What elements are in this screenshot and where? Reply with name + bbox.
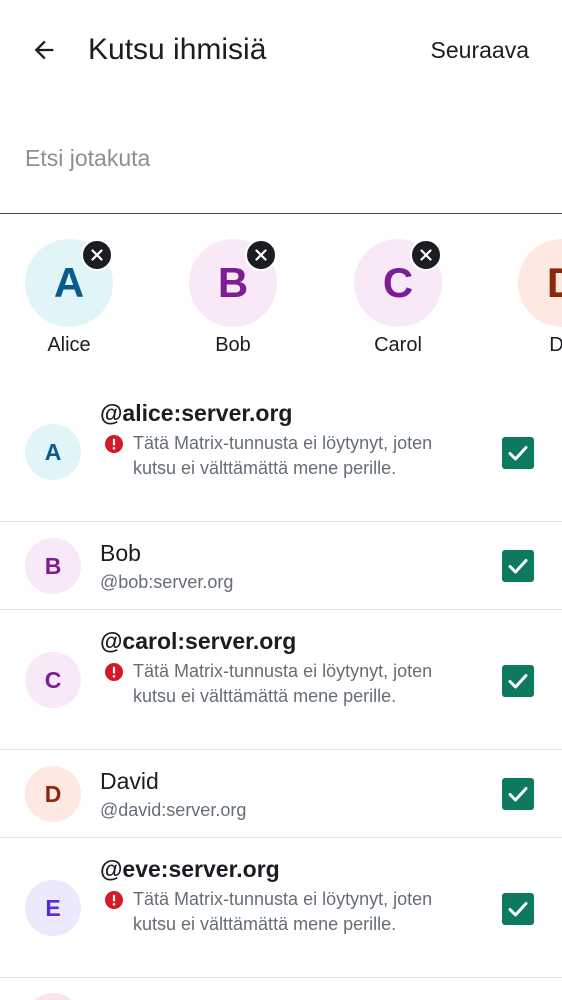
close-icon xyxy=(255,249,267,261)
avatar: A xyxy=(25,424,81,480)
chip-name: Bob xyxy=(215,334,251,356)
remove-button[interactable] xyxy=(410,239,442,271)
user-id: @carol:server.org xyxy=(100,628,297,654)
warning-message: Tätä Matrix-tunnusta ei löytynyt, joten … xyxy=(100,431,440,481)
checkmark-icon xyxy=(508,674,528,689)
select-checkbox[interactable] xyxy=(502,550,534,582)
checkmark-icon xyxy=(508,787,528,802)
warning-text: Tätä Matrix-tunnusta ei löytynyt, joten … xyxy=(133,433,433,478)
search-field[interactable]: Etsi jotakuta xyxy=(0,120,562,214)
chip-name: Da xyxy=(549,334,562,356)
display-name: David xyxy=(100,768,159,794)
user-id: @alice:server.org xyxy=(100,400,293,426)
list-item-text: David @david:server.org xyxy=(100,765,440,823)
list-item[interactable]: B Bob @bob:server.org xyxy=(0,522,562,610)
user-list: A @alice:server.org Tätä Matrix-tunnusta… xyxy=(0,382,562,978)
user-id: @eve:server.org xyxy=(100,856,280,882)
list-item-text: @carol:server.org Tätä Matrix-tunnusta e… xyxy=(100,625,440,709)
search-input[interactable]: Etsi jotakuta xyxy=(25,142,150,174)
checkmark-icon xyxy=(508,559,528,574)
avatar: D xyxy=(25,766,81,822)
checkmark-icon xyxy=(508,446,528,461)
select-checkbox[interactable] xyxy=(502,665,534,697)
user-id: @bob:server.org xyxy=(100,572,234,592)
user-id: @david:server.org xyxy=(100,800,247,820)
avatar: E xyxy=(25,880,81,936)
remove-button[interactable] xyxy=(245,239,277,271)
list-item-text: Bob @bob:server.org xyxy=(100,537,440,595)
list-item-text: @alice:server.org Tätä Matrix-tunnusta e… xyxy=(100,397,440,481)
checkmark-icon xyxy=(508,902,528,917)
avatar: B xyxy=(25,538,81,594)
list-item-text: @eve:server.org Tätä Matrix-tunnusta ei … xyxy=(100,853,440,937)
warning-message: Tätä Matrix-tunnusta ei löytynyt, joten … xyxy=(100,887,440,937)
chip-name: Carol xyxy=(374,334,422,356)
back-button[interactable] xyxy=(22,28,66,72)
select-checkbox[interactable] xyxy=(502,893,534,925)
warning-text: Tätä Matrix-tunnusta ei löytynyt, joten … xyxy=(133,661,433,706)
chip-name: Alice xyxy=(47,334,91,356)
error-icon xyxy=(105,663,123,681)
error-icon xyxy=(105,891,123,909)
list-item[interactable]: D David @david:server.org xyxy=(0,750,562,838)
selected-users-row[interactable]: A Alice B Bob C Carol D Da xyxy=(0,214,562,382)
close-icon xyxy=(420,249,432,261)
arrow-left-icon xyxy=(34,40,54,60)
list-item[interactable]: E @eve:server.org Tätä Matrix-tunnusta e… xyxy=(0,838,562,978)
avatar xyxy=(25,993,81,1000)
next-button[interactable]: Seuraava xyxy=(431,32,529,68)
warning-text: Tätä Matrix-tunnusta ei löytynyt, joten … xyxy=(133,889,433,934)
avatar: D xyxy=(518,239,562,327)
error-icon xyxy=(105,435,123,453)
avatar: C xyxy=(25,652,81,708)
list-item[interactable]: C @carol:server.org Tätä Matrix-tunnusta… xyxy=(0,610,562,750)
select-checkbox[interactable] xyxy=(502,437,534,469)
selected-user-chip[interactable]: A Alice xyxy=(25,239,135,359)
list-item[interactable]: A @alice:server.org Tätä Matrix-tunnusta… xyxy=(0,382,562,522)
remove-button[interactable] xyxy=(81,239,113,271)
close-icon xyxy=(91,249,103,261)
display-name: Bob xyxy=(100,540,141,566)
selected-user-chip[interactable]: B Bob xyxy=(189,239,299,359)
selected-user-chip[interactable]: D Da xyxy=(518,239,562,359)
select-checkbox[interactable] xyxy=(502,778,534,810)
warning-message: Tätä Matrix-tunnusta ei löytynyt, joten … xyxy=(100,659,440,709)
selected-user-chip[interactable]: C Carol xyxy=(354,239,464,359)
top-app-bar: Kutsu ihmisiä Seuraava xyxy=(0,0,562,100)
page-title: Kutsu ihmisiä xyxy=(88,33,267,66)
